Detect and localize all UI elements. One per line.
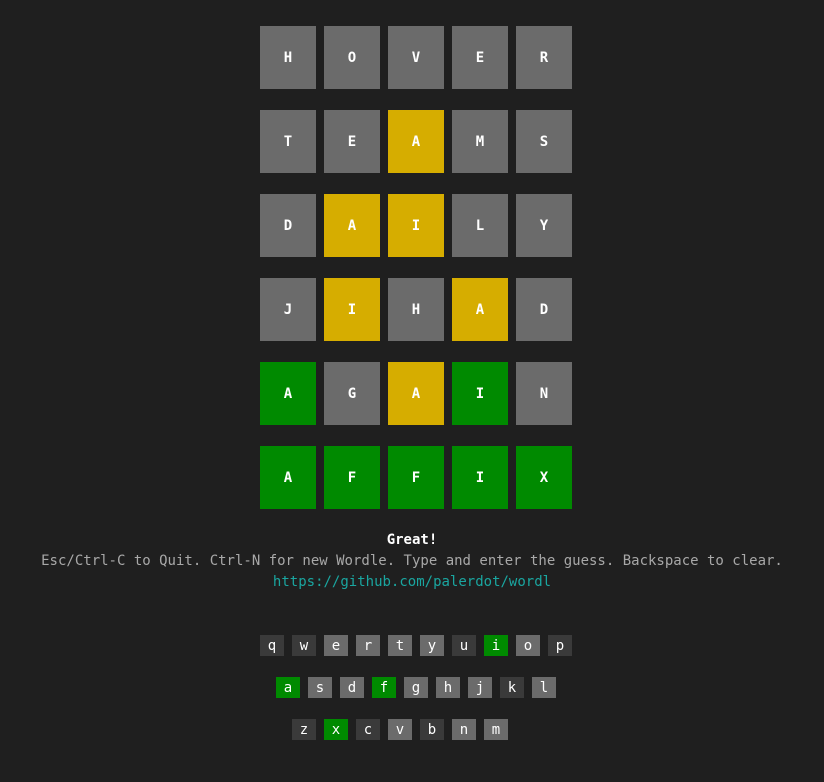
key-v[interactable]: v (388, 719, 412, 740)
help-text: Esc/Ctrl-C to Quit. Ctrl-N for new Wordl… (41, 553, 783, 569)
tile-r3-c5: Y (516, 194, 572, 257)
tile-r5-c3: A (388, 362, 444, 425)
tile-r1-c4: E (452, 26, 508, 89)
tile-r5-c1: A (260, 362, 316, 425)
tile-r6-c4: I (452, 446, 508, 509)
key-m[interactable]: m (484, 719, 508, 740)
tile-r6-c2: F (324, 446, 380, 509)
key-s[interactable]: s (308, 677, 332, 698)
tile-r3-c1: D (260, 194, 316, 257)
key-l[interactable]: l (532, 677, 556, 698)
key-c[interactable]: c (356, 719, 380, 740)
tile-r1-c5: R (516, 26, 572, 89)
key-q[interactable]: q (260, 635, 284, 656)
key-f[interactable]: f (372, 677, 396, 698)
key-g[interactable]: g (404, 677, 428, 698)
tile-r5-c2: G (324, 362, 380, 425)
key-e[interactable]: e (324, 635, 348, 656)
key-w[interactable]: w (292, 635, 316, 656)
tile-r4-c3: H (388, 278, 444, 341)
key-b[interactable]: b (420, 719, 444, 740)
keyboard-row-3: zxcvbnm (292, 719, 508, 740)
tile-r4-c1: J (260, 278, 316, 341)
repo-link[interactable]: https://github.com/palerdot/wordl (0, 572, 824, 593)
message-area: Great! Esc/Ctrl-C to Quit. Ctrl-N for ne… (0, 530, 824, 593)
key-a[interactable]: a (276, 677, 300, 698)
key-h[interactable]: h (436, 677, 460, 698)
key-d[interactable]: d (340, 677, 364, 698)
tile-r5-c4: I (452, 362, 508, 425)
tile-r6-c5: X (516, 446, 572, 509)
tile-r3-c3: I (388, 194, 444, 257)
tile-r5-c5: N (516, 362, 572, 425)
key-p[interactable]: p (548, 635, 572, 656)
status-message: Great! (386, 532, 438, 548)
key-t[interactable]: t (388, 635, 412, 656)
tile-r3-c2: A (324, 194, 380, 257)
key-o[interactable]: o (516, 635, 540, 656)
tile-r1-c3: V (388, 26, 444, 89)
guess-board: HOVERTEAMSDAILYJIHADAGAINAFFIX (260, 26, 572, 509)
key-x[interactable]: x (324, 719, 348, 740)
key-i[interactable]: i (484, 635, 508, 656)
key-j[interactable]: j (468, 677, 492, 698)
key-n[interactable]: n (452, 719, 476, 740)
key-y[interactable]: y (420, 635, 444, 656)
key-u[interactable]: u (452, 635, 476, 656)
key-r[interactable]: r (356, 635, 380, 656)
tile-r6-c3: F (388, 446, 444, 509)
tile-r1-c2: O (324, 26, 380, 89)
tile-r4-c5: D (516, 278, 572, 341)
tile-r2-c3: A (388, 110, 444, 173)
tile-r2-c1: T (260, 110, 316, 173)
tile-r2-c2: E (324, 110, 380, 173)
tile-r2-c5: S (516, 110, 572, 173)
tile-r4-c2: I (324, 278, 380, 341)
tile-r2-c4: M (452, 110, 508, 173)
tile-r1-c1: H (260, 26, 316, 89)
wordle-terminal: HOVERTEAMSDAILYJIHADAGAINAFFIX Great! Es… (0, 0, 824, 782)
keyboard-row-1: qwertyuiop (260, 635, 572, 656)
tile-r6-c1: A (260, 446, 316, 509)
tile-r3-c4: L (452, 194, 508, 257)
key-k[interactable]: k (500, 677, 524, 698)
tile-r4-c4: A (452, 278, 508, 341)
key-z[interactable]: z (292, 719, 316, 740)
keyboard-row-2: asdfghjkl (276, 677, 556, 698)
